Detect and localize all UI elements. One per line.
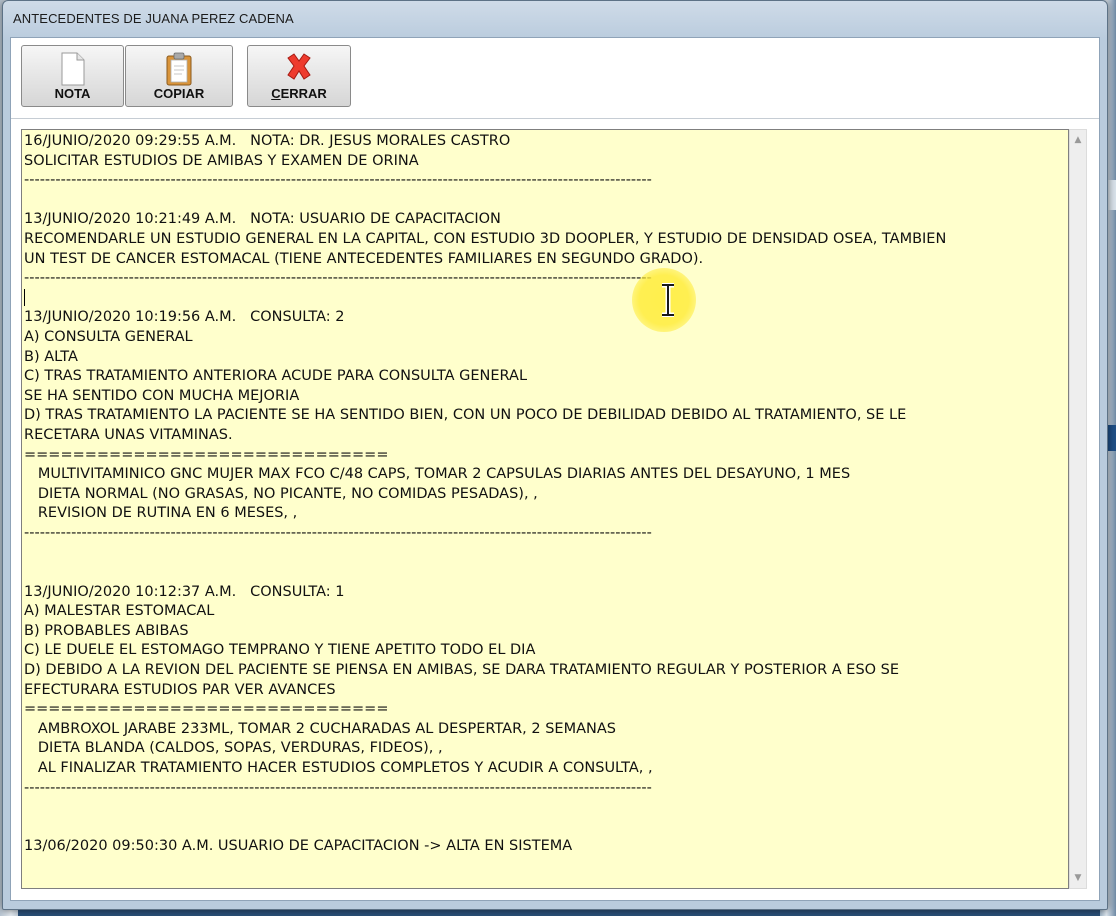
note-line: 16/JUNIO/2020 09:29:55 A.M. NOTA: DR. JE…: [24, 133, 511, 149]
note-line: 13/06/2020 09:50:30 A.M. USUARIO DE CAPA…: [24, 838, 573, 855]
antecedentes-dialog: ANTECEDENTES DE JUANA PEREZ CADENA NOTA: [2, 0, 1108, 910]
note-line: [24, 818, 1068, 838]
note-line: [24, 191, 1068, 211]
cerrar-button[interactable]: CERRAR: [247, 45, 351, 107]
note-line: MULTIVITAMINICO GNC MUJER MAX FCO C/48 C…: [24, 466, 851, 483]
cerrar-mnemonic: C: [271, 86, 281, 101]
copiar-button-label: COPIAR: [153, 86, 205, 101]
note-line: RECOMENDARLE UN ESTUDIO GENERAL EN LA CA…: [24, 230, 947, 247]
vertical-scrollbar[interactable]: ▲ ▼: [1069, 129, 1087, 889]
note-line: C) TRAS TRATAMIENTO ANTERIORA ACUDE PARA…: [24, 368, 528, 385]
note-line: [24, 798, 1068, 818]
copiar-button[interactable]: COPIAR: [125, 45, 233, 107]
text-caret: [24, 289, 25, 307]
note-line: D) DEBIDO A LA REVION DEL PACIENTE SE PI…: [24, 662, 900, 679]
note-line: ==============================: [24, 701, 389, 718]
close-x-icon: [287, 53, 311, 80]
note-line: C) LE DUELE EL ESTOMAGO TEMPRANO Y TIENE…: [24, 642, 536, 659]
note-line: [24, 563, 1068, 583]
note-line: A) CONSULTA GENERAL: [24, 328, 193, 345]
nota-button-label: NOTA: [54, 86, 91, 101]
note-line: 13/JUNIO/2020 10:12:37 A.M. CONSULTA: 1: [24, 583, 345, 600]
note-line: DIETA BLANDA (CALDOS, SOPAS, VERDURAS, F…: [24, 740, 443, 757]
notes-textbox[interactable]: 16/JUNIO/2020 09:29:55 A.M. NOTA: DR. JE…: [21, 129, 1069, 889]
note-line: ----------------------------------------…: [24, 172, 652, 189]
clipboard-icon: [166, 52, 192, 86]
note-line: AMBROXOL JARABE 233ML, TOMAR 2 CUCHARADA…: [24, 720, 616, 737]
note-line: 13/JUNIO/2020 10:19:56 A.M. CONSULTA: 2: [24, 309, 345, 326]
note-line: D) TRAS TRATAMIENTO LA PACIENTE SE HA SE…: [24, 407, 907, 424]
note-line: UN TEST DE CANCER ESTOMACAL (TIENE ANTEC…: [24, 250, 704, 267]
note-line: ----------------------------------------…: [24, 270, 652, 287]
note-line: B) PROBABLES ABIBAS: [24, 622, 189, 639]
dialog-client-area: NOTA COPIAR CERRAR 16/JUNIO/2020 09:29:5…: [10, 37, 1100, 901]
note-line: [24, 543, 1068, 563]
note-line: AL FINALIZAR TRATAMIENTO HACER ESTUDIOS …: [24, 760, 653, 776]
document-icon: [61, 52, 84, 86]
note-line: ----------------------------------------…: [24, 524, 652, 541]
title-bar[interactable]: ANTECEDENTES DE JUANA PEREZ CADENA: [3, 1, 1107, 37]
note-line: A) MALESTAR ESTOMACAL: [24, 603, 215, 620]
cerrar-button-label: CERRAR: [248, 86, 350, 101]
scroll-up-arrow-icon[interactable]: ▲: [1070, 132, 1086, 148]
cerrar-rest: ERRAR: [280, 86, 327, 101]
note-line: B) ALTA: [24, 348, 78, 365]
note-line: [24, 289, 1068, 309]
note-line: ==============================: [24, 446, 389, 463]
scroll-down-arrow-icon[interactable]: ▼: [1070, 870, 1086, 886]
note-line: RECETARA UNAS VITAMINAS.: [24, 426, 233, 443]
note-line: REVISION DE RUTINA EN 6 MESES, ,: [24, 505, 298, 522]
note-line: ----------------------------------------…: [24, 779, 652, 796]
note-line: 13/JUNIO/2020 10:21:49 A.M. NOTA: USUARI…: [24, 211, 501, 228]
note-line: SOLICITAR ESTUDIOS DE AMIBAS Y EXAMEN DE…: [24, 152, 419, 169]
window-title: ANTECEDENTES DE JUANA PEREZ CADENA: [13, 11, 294, 26]
toolbar: NOTA COPIAR CERRAR: [11, 38, 1099, 119]
note-line: SE HA SENTIDO CON MUCHA MEJORIA: [24, 387, 300, 404]
note-line: DIETA NORMAL (NO GRASAS, NO PICANTE, NO …: [24, 485, 538, 502]
nota-button[interactable]: NOTA: [21, 45, 124, 107]
text-cursor-icon: [662, 283, 674, 317]
notes-content: 16/JUNIO/2020 09:29:55 A.M. NOTA: DR. JE…: [22, 130, 1068, 888]
note-line: EFECTURARA ESTUDIOS PAR VER AVANCES: [24, 681, 336, 698]
